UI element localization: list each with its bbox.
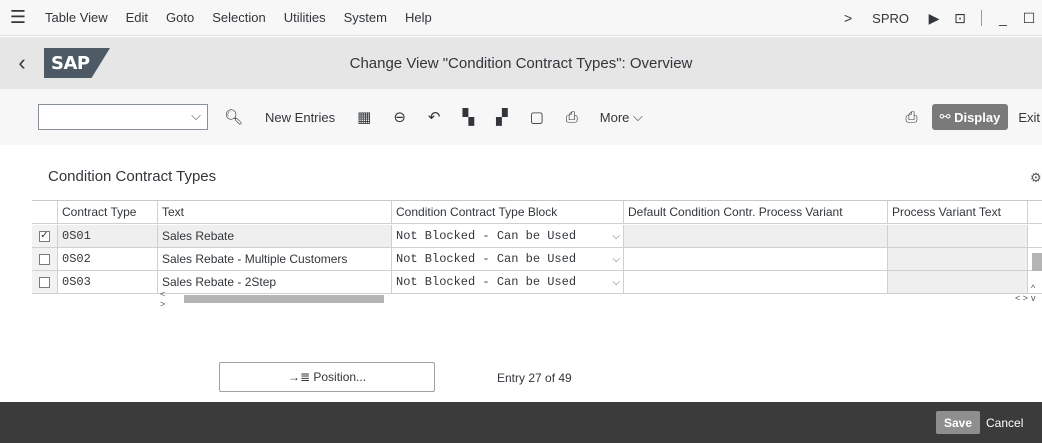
more-label: More <box>599 109 630 125</box>
column-header-block[interactable]: Condition Contract Type Block <box>392 201 624 224</box>
block-dropdown[interactable]: Not Blocked - Can be Used ⌵ <box>392 248 624 271</box>
text-cell: Sales Rebate <box>158 225 392 248</box>
chevron-down-icon[interactable]: ⌵ <box>612 254 620 265</box>
save-button[interactable]: Save <box>936 411 981 434</box>
block-value: Not Blocked - Can be Used <box>396 275 577 289</box>
table-row: 0S03 Sales Rebate - 2Step Not Blocked - … <box>32 271 1042 294</box>
column-header-process-variant[interactable]: Default Condition Contr. Process Variant <box>624 201 888 224</box>
contract-type-cell: 0S02 <box>58 248 158 271</box>
process-variant-text-cell <box>888 271 1028 294</box>
row-checkbox[interactable]: ✓ <box>39 230 50 242</box>
table-row: ✓ 0S01 Sales Rebate Not Blocked - Can be… <box>32 225 1042 248</box>
sap-logo: SAP <box>44 48 110 78</box>
play-icon[interactable]: ▶ <box>921 0 947 36</box>
column-header-text[interactable]: Text <box>158 201 392 224</box>
position-button[interactable]: →≣ Position... <box>219 362 435 392</box>
copy-as-icon[interactable]: ▦ <box>351 104 377 130</box>
printer-icon[interactable]: ⎙ <box>900 104 924 130</box>
process-variant-text-cell <box>888 225 1028 248</box>
search-icon[interactable]: 🔍︎ <box>218 104 249 130</box>
shell-header: ‹ SAP Change View "Condition Contract Ty… <box>0 37 1042 89</box>
chevron-down-icon[interactable]: ⌵ <box>612 231 620 242</box>
minimize-icon[interactable]: _ <box>990 0 1016 36</box>
settings-gear-icon[interactable]: ⚙ <box>1030 170 1042 186</box>
chevron-down-icon[interactable]: ⌵ <box>612 277 620 288</box>
cancel-button[interactable]: Cancel <box>986 411 1023 434</box>
process-variant-cell[interactable] <box>624 225 888 248</box>
entry-counter: Entry 27 of 49 <box>497 371 572 385</box>
position-label: Position... <box>313 370 367 384</box>
lock-open-icon[interactable]: ⊡ <box>947 0 973 36</box>
row-checkbox[interactable] <box>39 276 50 288</box>
section-title: Condition Contract Types <box>48 168 217 185</box>
menu-selection[interactable]: Selection <box>203 10 274 25</box>
menu-table-view[interactable]: Table View <box>36 10 117 25</box>
horizontal-scroll-thumb[interactable] <box>184 295 384 303</box>
separator <box>981 10 982 26</box>
hamburger-menu-icon[interactable]: ☰ <box>0 0 36 36</box>
display-label: Display <box>954 109 1001 125</box>
process-variant-text-cell <box>888 248 1028 271</box>
condition-contract-types-table: Contract Type Text Condition Contract Ty… <box>32 200 1042 316</box>
block-dropdown[interactable]: Not Blocked - Can be Used ⌵ <box>392 271 624 294</box>
text-cell: Sales Rebate - Multiple Customers <box>158 248 392 271</box>
block-value: Not Blocked - Can be Used <box>396 229 577 243</box>
vertical-scroll-thumb[interactable] <box>1032 253 1042 271</box>
header-filler <box>1028 201 1042 224</box>
application-toolbar: ⌵ 🔍︎ New Entries ▦ ⊖ ↶ ▚ ▞ ▢ ⎙ More ⌵ ⎙ … <box>0 89 1042 145</box>
position-icon: →≣ <box>287 370 314 384</box>
column-header-process-variant-text[interactable]: Process Variant Text <box>888 201 1028 224</box>
scroll-left-right-icon[interactable]: < > <box>32 289 165 309</box>
scroll-down-icon[interactable]: v <box>1031 293 1036 303</box>
transaction-code: SPRO <box>872 10 909 26</box>
select-all-icon[interactable]: ▚ <box>456 104 480 130</box>
scroll-left-right-icon[interactable]: < > <box>1015 293 1028 303</box>
block-value: Not Blocked - Can be Used <box>396 252 577 266</box>
menu-utilities[interactable]: Utilities <box>275 10 335 25</box>
new-entries-button[interactable]: New Entries <box>259 104 341 130</box>
row-checkbox[interactable] <box>39 253 50 265</box>
process-variant-cell[interactable] <box>624 271 888 294</box>
page-title: Change View "Condition Contract Types": … <box>349 54 693 72</box>
process-variant-cell[interactable] <box>624 248 888 271</box>
row-selector[interactable]: ✓ <box>32 225 58 248</box>
menu-edit[interactable]: Edit <box>117 10 157 25</box>
footer-bar: Save Cancel <box>0 402 1042 443</box>
exit-button[interactable]: Exit <box>1018 110 1042 125</box>
select-block-icon[interactable]: ▞ <box>490 104 514 130</box>
delete-icon[interactable]: ⊖ <box>387 104 412 130</box>
select-all-column-header[interactable] <box>32 201 58 224</box>
more-menu-button[interactable]: More ⌵ <box>594 104 649 130</box>
text-cell: Sales Rebate - 2Step <box>158 271 392 294</box>
command-input[interactable] <box>39 105 179 129</box>
deselect-all-icon[interactable]: ▢ <box>524 104 550 130</box>
horizontal-scrollbar[interactable]: < > < > <box>32 289 1042 309</box>
block-dropdown[interactable]: Not Blocked - Can be Used ⌵ <box>392 225 624 248</box>
chevron-down-icon[interactable]: ⌵ <box>191 108 201 124</box>
menu-goto[interactable]: Goto <box>157 10 203 25</box>
maximize-icon[interactable]: ☐ <box>1016 0 1042 36</box>
menu-system[interactable]: System <box>335 10 396 25</box>
vertical-scrollbar[interactable]: ^ v <box>1030 225 1042 305</box>
menu-help[interactable]: Help <box>396 10 441 25</box>
table-header-row: Contract Type Text Condition Contract Ty… <box>32 201 1042 224</box>
display-button[interactable]: ⚯ Display <box>931 104 1009 130</box>
command-field[interactable]: ⌵ <box>38 104 208 130</box>
chevron-right-icon[interactable]: > <box>830 10 866 26</box>
glasses-icon: ⚯ <box>939 109 955 124</box>
undo-icon[interactable]: ↶ <box>422 104 447 130</box>
column-header-contract-type[interactable]: Contract Type <box>58 201 158 224</box>
contract-type-cell: 0S01 <box>58 225 158 248</box>
table-row: 0S02 Sales Rebate - Multiple Customers N… <box>32 248 1042 271</box>
menu-bar: ☰ Table View Edit Goto Selection Utiliti… <box>0 0 1042 36</box>
row-selector[interactable] <box>32 248 58 271</box>
back-icon[interactable]: ‹ <box>0 37 44 89</box>
print-preview-icon[interactable]: ⎙ <box>560 104 584 130</box>
scroll-up-icon[interactable]: ^ <box>1031 283 1035 293</box>
